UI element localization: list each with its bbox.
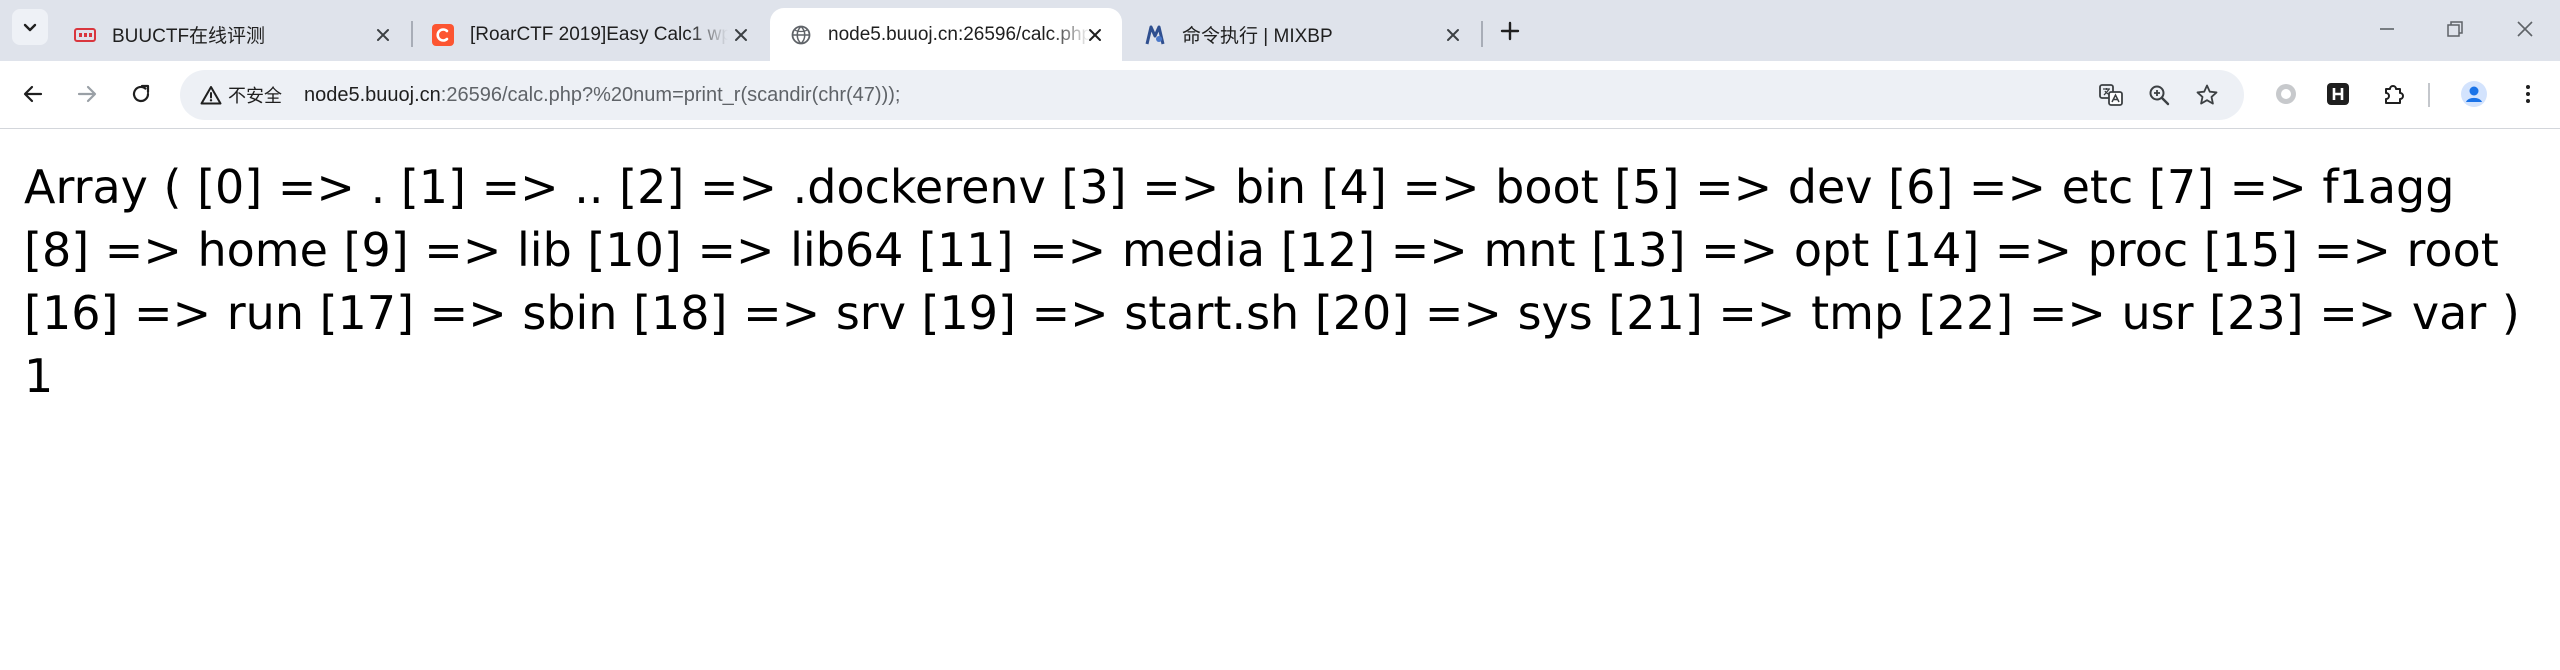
restore-button[interactable] <box>2440 14 2470 44</box>
warning-icon <box>200 86 222 105</box>
more-vertical-icon <box>2526 85 2530 103</box>
close-icon[interactable] <box>730 24 752 46</box>
security-label: 不安全 <box>228 86 282 106</box>
restore-icon <box>2447 21 2463 37</box>
window-close-button[interactable] <box>2510 14 2540 44</box>
extensions-menu-button[interactable] <box>2378 78 2410 110</box>
zoom-button[interactable] <box>2146 82 2172 108</box>
url-path: :26596/calc.php?%20num=print_r(scandir(c… <box>440 83 901 106</box>
minimize-button[interactable] <box>2372 14 2402 44</box>
address-bar[interactable]: 不安全 node5.buuoj.cn:26596/calc.php?%20num… <box>180 70 2244 120</box>
tab-buuctf[interactable]: BUUCTF在线评测 <box>54 8 410 61</box>
translate-icon <box>2099 84 2123 106</box>
forward-button[interactable] <box>70 77 104 111</box>
close-icon[interactable] <box>1442 24 1464 46</box>
new-tab-button[interactable] <box>1495 16 1525 46</box>
page-output-text: Array ( [0] => . [1] => .. [2] => .docke… <box>24 160 2520 403</box>
extension-button-circle[interactable] <box>2270 78 2302 110</box>
browser-toolbar: 不安全 node5.buuoj.cn:26596/calc.php?%20num… <box>0 61 2560 129</box>
arrow-right-icon <box>77 85 97 103</box>
csdn-logo-icon <box>432 23 454 46</box>
tab-title: 命令执行 | MIXBP <box>1182 26 1333 47</box>
tab-strip: BUUCTF在线评测 [RoarCTF 2019]Easy Calc1 wp n… <box>0 0 2560 61</box>
profile-button[interactable] <box>2458 78 2490 110</box>
tab-roarctf-writeup[interactable]: [RoarCTF 2019]Easy Calc1 wp <box>412 8 768 61</box>
reload-button[interactable] <box>124 77 158 111</box>
globe-icon <box>790 24 812 46</box>
close-icon <box>2517 21 2533 37</box>
avatar-icon <box>2461 81 2487 107</box>
hackbar-icon <box>2327 83 2349 105</box>
url-host: node5.buuoj.cn <box>304 83 441 106</box>
tab-title: node5.buuoj.cn:26596/calc.php <box>828 23 1090 45</box>
extension-circle-icon <box>2276 84 2296 104</box>
translate-button[interactable] <box>2098 82 2124 108</box>
close-icon[interactable] <box>372 24 394 46</box>
tab-title: BUUCTF在线评测 <box>112 26 266 47</box>
reload-icon <box>132 84 150 103</box>
close-icon[interactable] <box>1084 24 1106 46</box>
arrow-left-icon <box>23 85 43 103</box>
star-icon <box>2196 84 2218 105</box>
tab-separator <box>1481 21 1483 47</box>
zoom-in-icon <box>2149 85 2170 106</box>
bookmark-button[interactable] <box>2194 82 2220 108</box>
buu-logo-icon <box>74 24 96 46</box>
toolbar-divider <box>2428 83 2430 107</box>
extension-button-h[interactable] <box>2322 78 2354 110</box>
site-security-chip[interactable]: 不安全 <box>194 78 292 112</box>
chevron-down-icon <box>23 23 37 32</box>
tab-mixbp[interactable]: 命令执行 | MIXBP <box>1124 8 1480 61</box>
tab-calc-php[interactable]: node5.buuoj.cn:26596/calc.php <box>770 8 1122 61</box>
mixbp-logo-icon <box>1144 24 1166 46</box>
url-text[interactable]: node5.buuoj.cn:26596/calc.php?%20num=pri… <box>304 84 900 107</box>
back-button[interactable] <box>16 77 50 111</box>
tab-title: [RoarCTF 2019]Easy Calc1 wp <box>470 23 728 45</box>
browser-menu-button[interactable] <box>2512 78 2544 110</box>
minimize-icon <box>2380 28 2394 30</box>
puzzle-icon <box>2385 85 2404 104</box>
plus-icon <box>1500 21 1520 41</box>
tab-search-button[interactable] <box>12 9 48 45</box>
